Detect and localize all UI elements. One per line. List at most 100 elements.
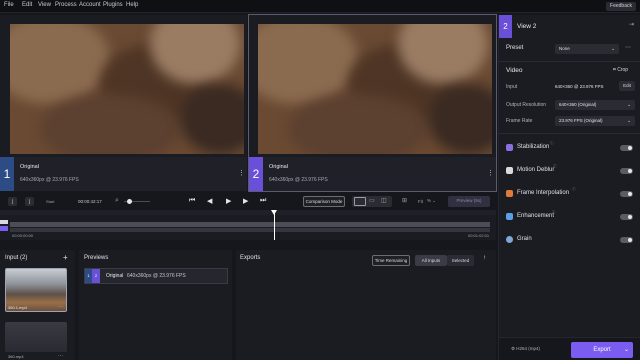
- preview-button[interactable]: Preview (5s): [448, 196, 490, 207]
- previews-panel: Previews 1 2 Original 640x360px @ 23.976…: [79, 250, 232, 360]
- preset-select[interactable]: None ⌄: [555, 44, 619, 54]
- menu-file[interactable]: File: [4, 2, 14, 8]
- menu-edit[interactable]: Edit: [22, 2, 32, 8]
- sort-arrow-icon[interactable]: ↑: [483, 255, 486, 261]
- all-inputs-tab[interactable]: All Inputs: [415, 255, 447, 266]
- preset-label: Preset: [506, 45, 524, 51]
- menu-plugins[interactable]: Plugins: [103, 2, 123, 8]
- view-panel-1[interactable]: 1 Original 640x360px @ 23.976 FPS ⋮: [0, 15, 247, 191]
- right-panel: 2 View 2 ⇥ Preset None ⌄ ⋯ Video ⌗ Crop I…: [498, 15, 640, 360]
- export-footer: ⚙ H264 (mp4) Export ⌄: [499, 337, 640, 360]
- preview-row[interactable]: 1 2 Original 640x360px @ 23.976 FPS: [84, 268, 228, 284]
- help-icon[interactable]: ⓘ: [553, 164, 557, 169]
- preset-value: None: [559, 46, 570, 51]
- input-thumbnail-2[interactable]: [5, 322, 67, 352]
- skip-start-icon[interactable]: ⏮: [189, 197, 195, 205]
- crop-button[interactable]: ⌗ Crop: [613, 67, 628, 73]
- more-icon[interactable]: ⋮: [238, 169, 245, 177]
- effect-row-enhancement[interactable]: Enhancement ⓘ: [506, 210, 636, 222]
- export-button[interactable]: Export ⌄: [571, 342, 633, 358]
- effect-row-grain[interactable]: Grain: [506, 235, 636, 245]
- output-resolution-select[interactable]: 640×360 (Original) ⌄: [555, 100, 635, 110]
- view-subtitle-1: 640x360px @ 23.976 FPS: [20, 177, 79, 183]
- menu-view[interactable]: View: [38, 2, 51, 8]
- collapse-icon[interactable]: ⇥: [629, 21, 634, 28]
- input-name-2: 360.mp4: [8, 354, 24, 359]
- enhancement-icon: [506, 213, 513, 220]
- step-forward-icon[interactable]: ▶︎: [243, 197, 248, 205]
- track-marker-top: [0, 220, 8, 224]
- input-panel: Input (2) + 360.1.mp4 ⋯ 360.mp4 ⋯: [0, 250, 75, 360]
- more-icon[interactable]: ⋯: [625, 44, 631, 51]
- menu-account[interactable]: Account: [79, 2, 101, 8]
- time-start-label: 00:00:00:00: [12, 233, 34, 238]
- input-label: Input: [506, 84, 518, 90]
- play-icon[interactable]: ▶︎: [226, 197, 231, 205]
- track-lane-2[interactable]: [10, 228, 490, 232]
- effect-label: Grain: [517, 236, 532, 242]
- zoom-search-icon[interactable]: ⌕: [115, 197, 119, 205]
- timeline-ruler: [0, 210, 496, 215]
- single-layout-icon[interactable]: ▭: [369, 197, 375, 204]
- start-label: Start: [46, 199, 55, 204]
- motion-deblur-toggle[interactable]: [620, 168, 633, 174]
- help-icon[interactable]: ⓘ: [550, 141, 554, 146]
- view-panel-2[interactable]: 2 Original 640x360px @ 23.976 FPS ⋮: [248, 14, 497, 192]
- more-icon[interactable]: ⋮: [487, 169, 494, 177]
- effect-row-motion-deblur[interactable]: Motion Deblur ⓘ: [506, 164, 636, 176]
- grain-icon: [506, 236, 513, 243]
- timecode-display[interactable]: 00:00:42:17: [78, 199, 102, 204]
- percent-icon: % ⌄: [427, 198, 437, 203]
- mark-in-icon[interactable]: [: [8, 197, 17, 206]
- step-back-icon[interactable]: ◀︎: [207, 197, 212, 205]
- timeline[interactable]: 00:00:00:00 00:01:02:01: [0, 210, 496, 240]
- mark-out-icon[interactable]: ]: [25, 197, 34, 206]
- split-layout-icon[interactable]: [354, 197, 366, 206]
- comparison-mode-button[interactable]: Comparison Mode: [303, 196, 345, 207]
- effect-row-stabilization[interactable]: Stabilization ⓘ: [506, 141, 636, 153]
- time-remaining-button[interactable]: Time Remaining: [372, 255, 410, 266]
- export-format-select[interactable]: ⚙ H264 (mp4): [511, 346, 540, 352]
- video-frame-1[interactable]: [10, 24, 244, 154]
- help-icon[interactable]: ⓘ: [572, 187, 576, 192]
- grid-icon[interactable]: ⊞: [402, 197, 407, 204]
- grain-toggle[interactable]: [620, 237, 633, 243]
- input-more-icon[interactable]: ⋯: [58, 304, 63, 310]
- frame-rate-select[interactable]: 23.976 FPS (Original) ⌄: [555, 116, 635, 126]
- edit-input-button[interactable]: Edit: [619, 81, 635, 91]
- motion-deblur-icon: [506, 167, 513, 174]
- menu-help[interactable]: Help: [126, 2, 138, 8]
- effect-label: Motion Deblur: [517, 167, 555, 173]
- view-number-1: 1: [0, 157, 14, 191]
- video-frame-2[interactable]: [258, 24, 492, 154]
- chevron-down-icon: ⌄: [627, 118, 631, 123]
- frame-rate-value: 23.976 FPS (Original): [559, 118, 603, 123]
- enhancement-toggle[interactable]: [620, 214, 633, 220]
- feedback-button[interactable]: Feedback: [606, 2, 636, 11]
- help-icon[interactable]: ⓘ: [552, 210, 556, 215]
- zoom-slider-thumb[interactable]: [127, 199, 132, 204]
- divider: [499, 133, 640, 134]
- chevron-down-icon: ⌄: [623, 347, 629, 353]
- preview-view-number-2: 2: [92, 269, 100, 283]
- playhead-handle[interactable]: [271, 210, 277, 215]
- add-input-icon[interactable]: +: [63, 253, 68, 262]
- view-number-badge: 2: [499, 15, 512, 38]
- selected-tab[interactable]: Selected: [447, 255, 474, 266]
- zoom-fit-select[interactable]: Fit: [418, 199, 423, 204]
- frame-interpolation-icon: [506, 190, 513, 197]
- view-number-2: 2: [249, 157, 263, 191]
- overlay-layout-icon[interactable]: ◫: [381, 197, 387, 204]
- skip-end-icon[interactable]: ⏭: [260, 197, 266, 205]
- view-title-1: Original: [20, 164, 39, 170]
- track-lane-1[interactable]: [10, 222, 490, 227]
- output-resolution-label: Output Resolution: [506, 102, 547, 108]
- time-end-label: 00:01:02:01: [468, 233, 490, 238]
- stabilization-toggle[interactable]: [620, 145, 633, 151]
- effect-row-frame-interpolation[interactable]: Frame Interpolation ⓘ: [506, 187, 636, 199]
- input-more-icon[interactable]: ⋯: [58, 353, 63, 359]
- menu-process[interactable]: Process: [55, 2, 77, 8]
- frame-interpolation-toggle[interactable]: [620, 191, 633, 197]
- transport-bar: [ ] Start 00:00:42:17 ⌕ ⏮ ◀︎ ▶︎ ▶︎ ⏭ Com…: [0, 193, 496, 210]
- input-name-1: 360.1.mp4: [8, 305, 27, 310]
